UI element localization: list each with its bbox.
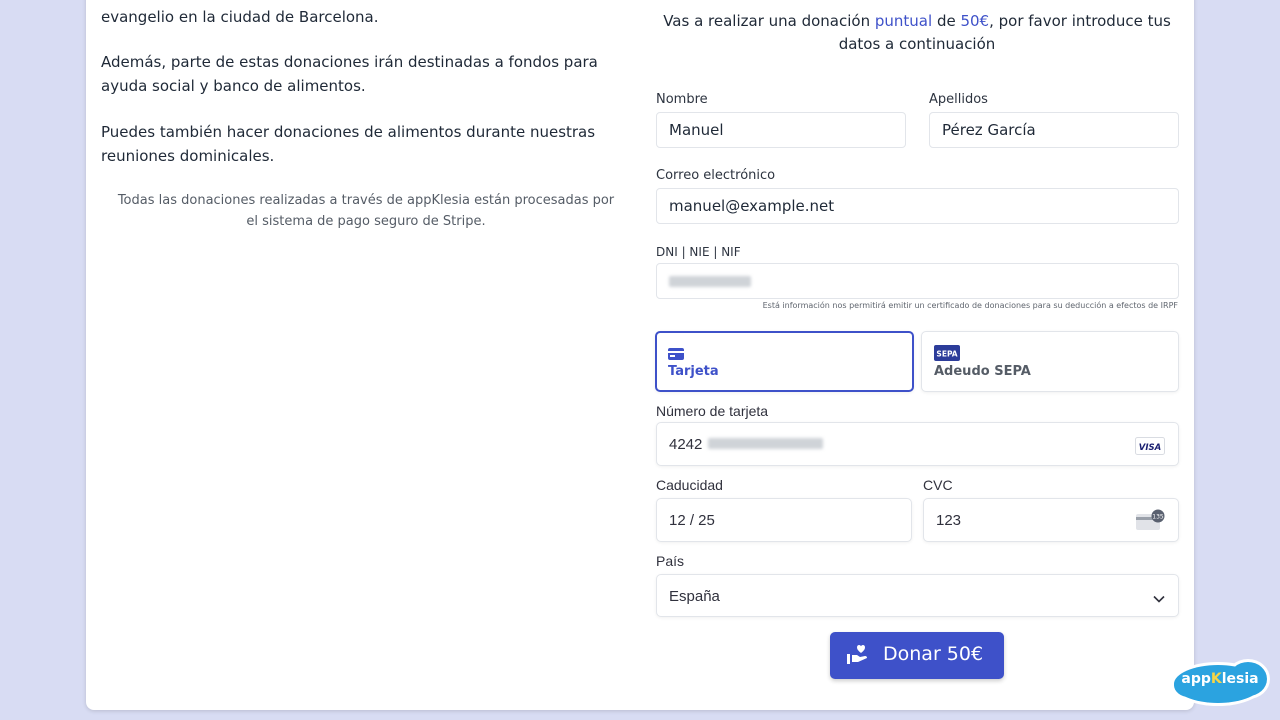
dni-hint: Está información nos permitirá emitir un… — [762, 301, 1178, 310]
donate-button[interactable]: Donar 50€ — [830, 632, 1004, 679]
card-number-value: 4242 — [669, 436, 824, 453]
donate-hand-icon — [846, 644, 870, 671]
card-number-input[interactable]: 4242 VISA — [656, 422, 1179, 466]
description-paragraph: evangelio en la ciudad de Barcelona. — [101, 8, 379, 26]
email-label: Correo electrónico — [656, 168, 776, 183]
country-value: España — [669, 588, 720, 605]
credit-card-icon — [668, 345, 684, 364]
expiry-value: 12 / 25 — [669, 512, 715, 529]
redacted-value — [708, 438, 824, 450]
appklesia-logo[interactable]: appKlesia — [1166, 655, 1274, 709]
expiry-input[interactable]: 12 / 25 — [656, 498, 912, 542]
sepa-icon: SEPA — [934, 345, 960, 365]
intro-text: Vas a realizar una donación — [663, 12, 875, 30]
donation-amount: 50€ — [960, 12, 990, 30]
chevron-down-icon — [1152, 591, 1166, 609]
description-paragraph: Además, parte de estas donaciones irán d… — [101, 53, 598, 95]
last-name-label: Apellidos — [929, 92, 988, 107]
dni-label: DNI | NIE | NIF — [656, 245, 741, 259]
country-select[interactable]: España — [656, 574, 1179, 617]
cvc-card-icon: 135 — [1136, 509, 1166, 536]
intro-text: de — [932, 12, 961, 30]
cvc-value: 123 — [936, 512, 962, 529]
redacted-value — [669, 276, 751, 287]
description-paragraph: Puedes también hacer donaciones de alime… — [101, 123, 596, 165]
country-label: País — [656, 553, 685, 569]
dni-input[interactable] — [656, 263, 1179, 299]
cvc-label: CVC — [923, 477, 953, 493]
donation-intro: Vas a realizar una donación puntual de 5… — [656, 10, 1178, 56]
first-name-label: Nombre — [656, 92, 708, 107]
cvc-input[interactable]: 123 135 — [923, 498, 1179, 542]
donation-frequency: puntual — [874, 12, 933, 30]
card-number-label: Número de tarjeta — [656, 403, 769, 419]
donate-button-label: Donar 50€ — [883, 643, 984, 665]
payment-tab-label: Tarjeta — [668, 364, 719, 379]
visa-icon: VISA — [1135, 437, 1165, 460]
svg-text:SEPA: SEPA — [936, 350, 957, 359]
last-name-input[interactable] — [929, 112, 1179, 148]
first-name-input[interactable] — [656, 112, 906, 148]
logo-text: appKlesia — [1181, 671, 1259, 687]
payment-tab-card[interactable]: Tarjeta — [655, 331, 914, 392]
svg-text:VISA: VISA — [1139, 443, 1161, 453]
expiry-label: Caducidad — [656, 477, 723, 493]
payment-tab-label: Adeudo SEPA — [934, 364, 1031, 379]
svg-text:135: 135 — [1152, 513, 1164, 520]
payment-tab-sepa[interactable]: SEPA Adeudo SEPA — [921, 331, 1179, 392]
stripe-note: Todas las donaciones realizadas a través… — [117, 193, 615, 229]
email-input[interactable] — [656, 188, 1179, 224]
